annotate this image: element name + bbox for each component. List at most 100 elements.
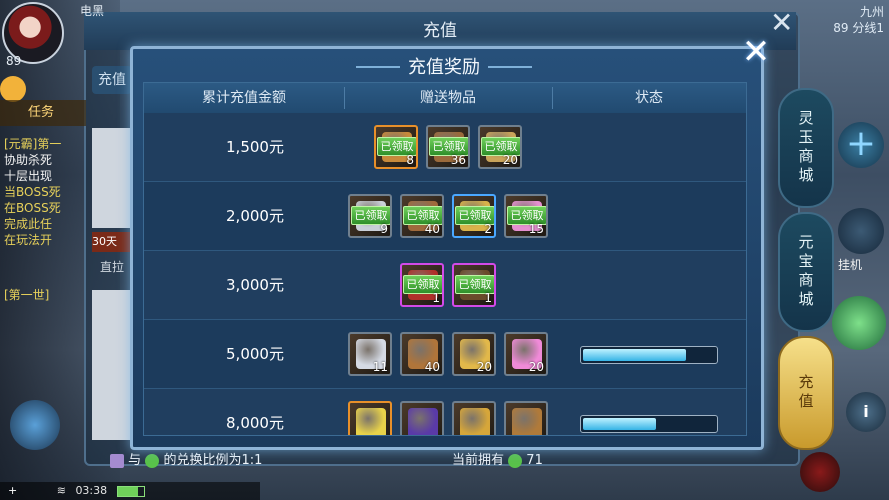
item-quantity: 40 [424, 360, 440, 374]
header-items: 赠送物品 [420, 90, 476, 106]
header-amount: 累计充值金额 [202, 90, 286, 106]
player-level: 89 [6, 54, 22, 68]
skill-orb-icon[interactable] [832, 296, 886, 350]
reward-item-icon[interactable] [400, 401, 444, 435]
item-quantity: 36 [450, 153, 466, 167]
reward-item-icon[interactable]: 已领取 2 [452, 194, 496, 238]
reward-item-icon[interactable]: 已领取 36 [426, 125, 470, 169]
jade-icon [110, 453, 124, 468]
reward-item-icon[interactable] [348, 401, 392, 435]
reward-item-icon[interactable]: 40 [400, 332, 444, 376]
task-line: 协助杀死 [4, 153, 53, 167]
task-line: 当BOSS死 [4, 185, 61, 199]
reward-item-icon[interactable]: 已领取 40 [400, 194, 444, 238]
task-line: 在BOSS死 [4, 201, 61, 215]
exchange-rate: 的兑换比例为1:1 [163, 453, 263, 468]
reward-item-icon[interactable]: 已领取 15 [504, 194, 548, 238]
reward-item-icon[interactable] [504, 401, 548, 435]
table-row: 2,000元 已领取 9 已领取 40 已领取 2 已领取 15 [144, 182, 746, 251]
character-portrait-icon[interactable] [800, 452, 840, 492]
clock: 03:38 [75, 484, 108, 497]
task-line: [元霸]第一 [4, 137, 62, 151]
task-line-2: [第一世] [4, 288, 50, 302]
item-art [512, 408, 542, 435]
title-ornament-left [356, 66, 400, 68]
promo-card-2[interactable] [92, 290, 132, 440]
owned-label: 当前拥有 [452, 453, 505, 468]
exchange-bar: 与 的兑换比例为1:1 当前拥有 71 [110, 448, 670, 474]
item-quantity: 1 [432, 291, 440, 305]
item-quantity: 15 [528, 222, 544, 236]
recharge-amount: 8,000元 [226, 414, 284, 432]
reward-item-icon[interactable]: 20 [452, 332, 496, 376]
table-row: 8,000元 [144, 389, 746, 435]
recharge-side-button[interactable]: 充值 [778, 336, 834, 450]
coin-icon [145, 453, 160, 468]
device-status-bar: + ≋ 03:38 [0, 482, 260, 500]
promo-badge: 30天 [92, 232, 132, 252]
recharge-amount: 2,000元 [226, 207, 284, 225]
crossed-swords-icon[interactable] [838, 208, 884, 254]
reward-item-icon[interactable]: 20 [504, 332, 548, 376]
item-quantity: 1 [484, 291, 492, 305]
item-quantity: 20 [476, 360, 492, 374]
reward-item-icon[interactable]: 已领取 8 [374, 125, 418, 169]
item-quantity: 8 [406, 153, 414, 167]
dialog-title: 充值奖励 [408, 57, 480, 78]
jade-shop-button[interactable]: 灵玉商城 [778, 88, 834, 208]
table-row: 1,500元 已领取 8 已领取 36 已领取 20 [144, 113, 746, 182]
task-line: 在玩法开 [4, 233, 53, 247]
item-quantity: 2 [484, 222, 492, 236]
reward-item-icon[interactable]: 已领取 1 [452, 263, 496, 307]
item-art [460, 408, 490, 435]
title-ornament-right [488, 66, 532, 68]
add-icon[interactable]: + [8, 484, 17, 497]
location-name: 九州 [859, 5, 884, 19]
table-row: 5,000元 11 40 20 20 [144, 320, 746, 389]
task-description: [元霸]第一 协助杀死 十层出现 当BOSS死 在BOSS死 完成此任 在玩法开 [4, 136, 82, 248]
table-header: 累计充值金额 赠送物品 状态 [144, 83, 746, 113]
progress-fill [583, 349, 686, 361]
close-icon[interactable]: ✕ [738, 34, 774, 70]
promo-card[interactable] [92, 128, 132, 228]
reward-item-icon[interactable]: 已领取 20 [478, 125, 522, 169]
table-row: 3,000元 已领取 1 已领取 1 [144, 251, 746, 320]
side-menu: 灵玉商城 元宝商城 充值 [778, 88, 838, 450]
server-line: 89 分线1 [833, 21, 884, 35]
task-tab[interactable]: 任务 [0, 100, 86, 126]
player-name: 电黑 [80, 4, 105, 18]
header-status: 状态 [635, 90, 663, 106]
item-art [356, 408, 386, 435]
recharge-left-tab[interactable]: 充值 [92, 66, 132, 94]
info-icon[interactable]: i [846, 392, 886, 432]
recharge-amount: 1,500元 [226, 138, 284, 156]
reward-item-icon[interactable]: 已领取 1 [400, 263, 444, 307]
item-quantity: 20 [502, 153, 518, 167]
item-quantity: 9 [380, 222, 388, 236]
item-quantity: 11 [372, 360, 388, 374]
item-quantity: 40 [424, 222, 440, 236]
quest-icon[interactable] [0, 76, 26, 102]
location-info: 九州 89 分线1 [812, 4, 884, 36]
recharge-amount: 5,000元 [226, 345, 284, 363]
owned-amount: 当前拥有 71 [452, 448, 543, 474]
promo-text: 直拉 [100, 260, 125, 274]
exchange-with: 与 [128, 453, 142, 468]
reward-item-icon[interactable]: 已领取 9 [348, 194, 392, 238]
reward-table: 累计充值金额 赠送物品 状态 1,500元 已领取 8 已领取 36 已领取 20 2,000… [143, 82, 747, 436]
recharge-panel-title: 充值 [84, 12, 796, 50]
wifi-icon: ≋ [56, 484, 66, 497]
battery-icon [116, 485, 145, 497]
task-line: 十层出现 [4, 169, 53, 183]
progress-fill [583, 418, 656, 430]
ingot-shop-button[interactable]: 元宝商城 [778, 212, 834, 332]
item-art [408, 408, 438, 435]
reward-item-icon[interactable]: 11 [348, 332, 392, 376]
add-icon[interactable]: + [838, 122, 884, 168]
owned-value: 71 [526, 453, 543, 468]
coin-icon [508, 453, 523, 468]
progress-bar [580, 346, 718, 364]
joystick-icon[interactable] [10, 400, 60, 450]
progress-bar [580, 415, 718, 433]
reward-item-icon[interactable] [452, 401, 496, 435]
